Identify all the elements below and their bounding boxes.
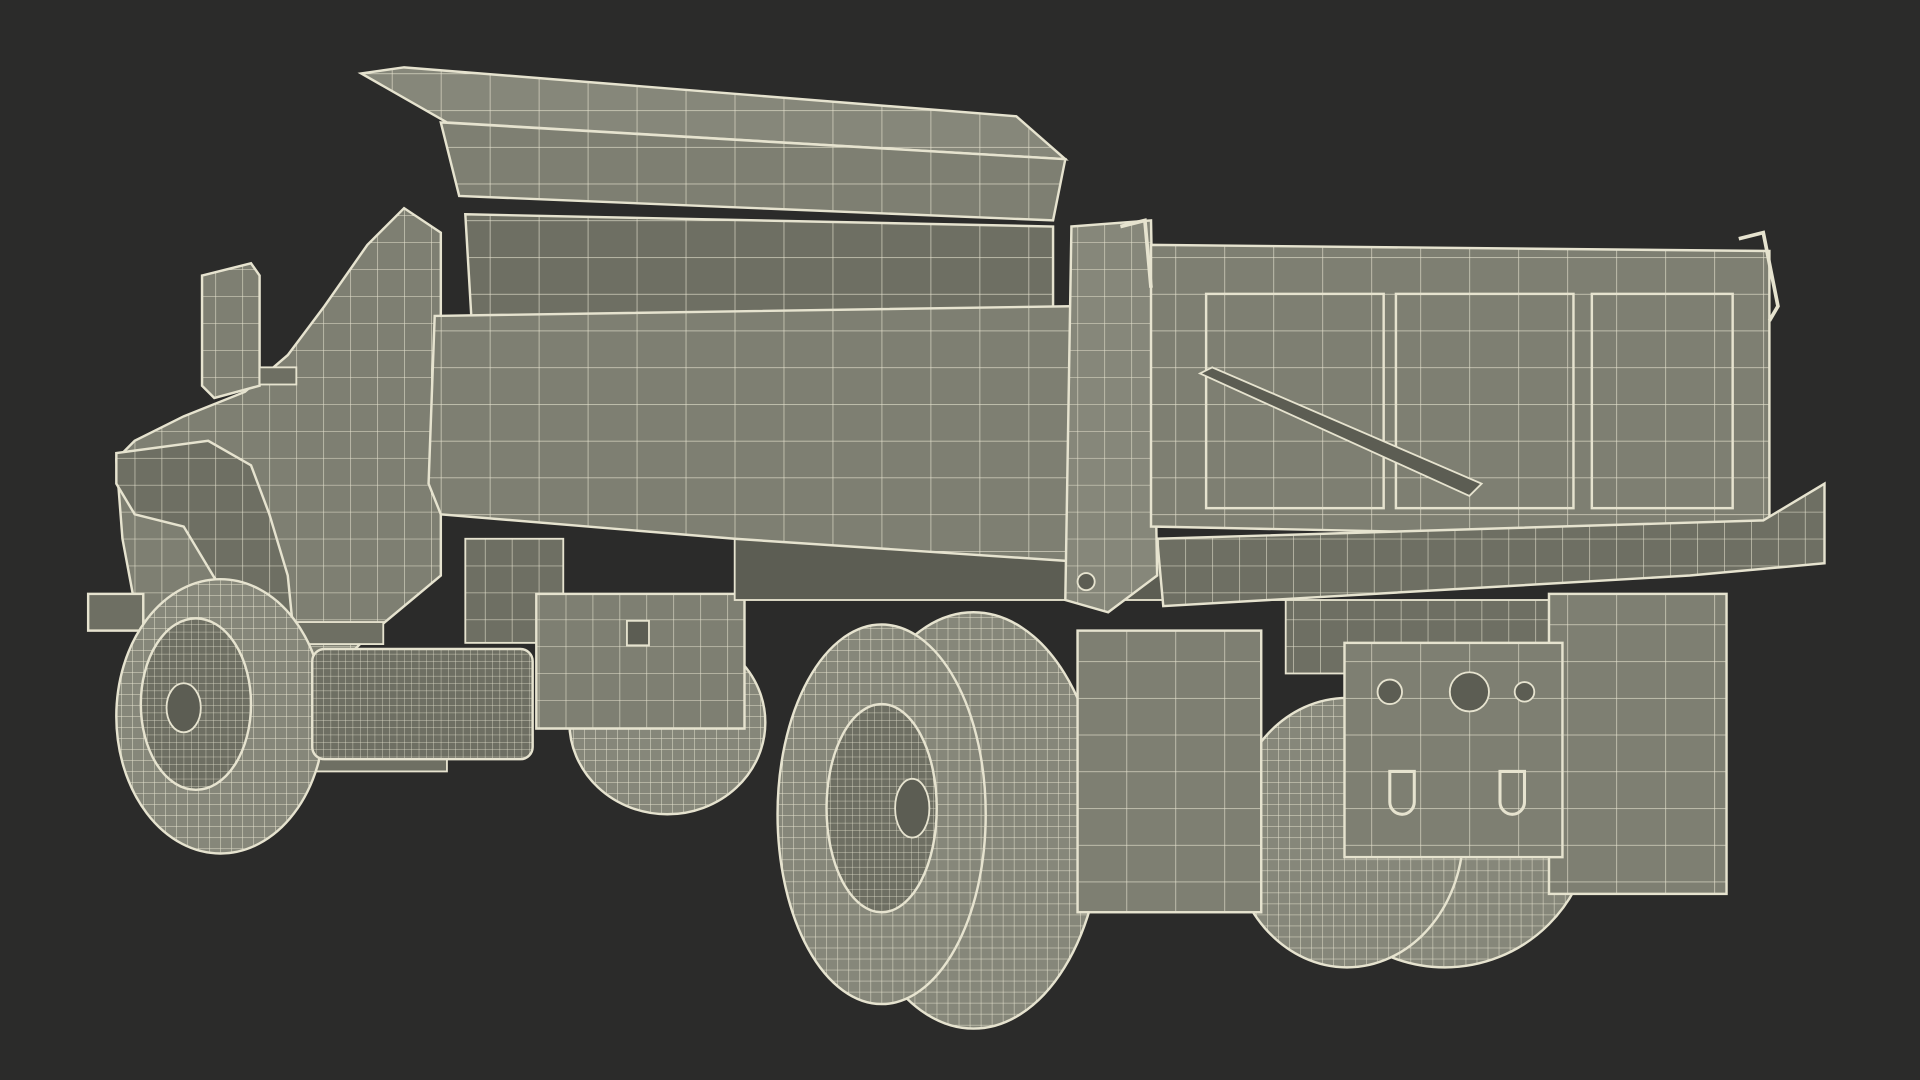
tailgate <box>1119 218 1780 541</box>
render-viewport <box>0 0 1920 1080</box>
rear-near-wheels <box>776 611 1104 1030</box>
dump-bed <box>357 66 1826 614</box>
front-wheel <box>115 577 326 855</box>
dump-truck-wireframe <box>86 66 1826 1030</box>
rear-hitch-plate <box>1343 641 1564 859</box>
side-mirror <box>200 261 298 400</box>
